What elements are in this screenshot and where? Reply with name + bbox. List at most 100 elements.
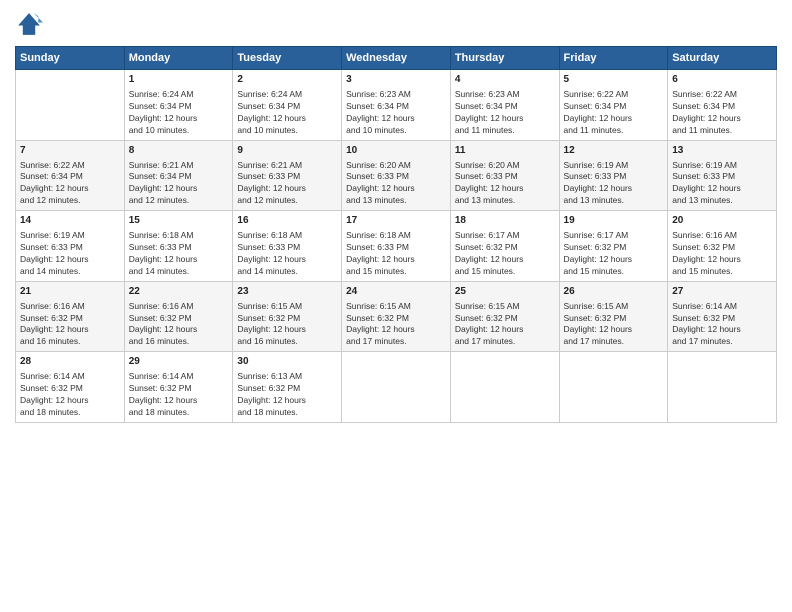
day-number: 16: [237, 214, 337, 228]
day-cell: 3 Sunrise: 6:23 AM Sunset: 6:34 PM Daylig…: [342, 70, 451, 141]
day-info: Sunrise: 6:14 AM Sunset: 6:32 PM Dayligh…: [20, 371, 120, 419]
day-cell: 4Sunrise: 6:23 AM Sunset: 6:34 PM Daylig…: [450, 70, 559, 141]
day-cell: 26 Sunrise: 6:15 AM Sunset: 6:32 PM Dayli…: [559, 281, 668, 352]
day-cell: 12Sunrise: 6:19 AM Sunset: 6:33 PM Dayli…: [559, 140, 668, 211]
day-cell: 18 Sunrise: 6:17 AM Sunset: 6:32 PM Dayli…: [450, 211, 559, 282]
day-number: 5: [564, 73, 664, 87]
logo: [15, 10, 47, 38]
day-info: Sunrise: 6:16 AM Sunset: 6:32 PM Dayligh…: [20, 301, 120, 349]
day-cell: 15 Sunrise: 6:18 AM Sunset: 6:33 PM Dayli…: [124, 211, 233, 282]
day-cell: [559, 352, 668, 423]
col-header-wednesday: Wednesday: [342, 47, 451, 70]
day-number: 9: [237, 144, 337, 158]
day-cell: 30 Sunrise: 6:13 AM Sunset: 6:32 PM Dayli…: [233, 352, 342, 423]
day-cell: 6 Sunrise: 6:22 AM Sunset: 6:34 PM Daylig…: [668, 70, 777, 141]
day-cell: 11 Sunrise: 6:20 AM Sunset: 6:33 PM Dayli…: [450, 140, 559, 211]
day-number: 23: [237, 285, 337, 299]
day-cell: 7 Sunrise: 6:22 AM Sunset: 6:34 PM Daylig…: [16, 140, 125, 211]
day-number: 6: [672, 73, 772, 87]
day-number: 1: [129, 73, 229, 87]
day-info: Sunrise: 6:21 AM Sunset: 6:34 PM Dayligh…: [129, 160, 229, 208]
day-cell: 17 Sunrise: 6:18 AM Sunset: 6:33 PM Dayli…: [342, 211, 451, 282]
day-number: 8: [129, 144, 229, 158]
day-cell: 14Sunrise: 6:19 AM Sunset: 6:33 PM Dayli…: [16, 211, 125, 282]
col-header-thursday: Thursday: [450, 47, 559, 70]
day-number: 18: [455, 214, 555, 228]
day-number: 24: [346, 285, 446, 299]
day-number: 27: [672, 285, 772, 299]
day-info: Sunrise: 6:14 AM Sunset: 6:32 PM Dayligh…: [672, 301, 772, 349]
week-row-2: 7 Sunrise: 6:22 AM Sunset: 6:34 PM Daylig…: [16, 140, 777, 211]
day-number: 19: [564, 214, 664, 228]
day-number: 10: [346, 144, 446, 158]
day-info: Sunrise: 6:18 AM Sunset: 6:33 PM Dayligh…: [129, 230, 229, 278]
day-cell: 2 Sunrise: 6:24 AM Sunset: 6:34 PM Daylig…: [233, 70, 342, 141]
day-number: 29: [129, 355, 229, 369]
day-number: 17: [346, 214, 446, 228]
day-info: Sunrise: 6:22 AM Sunset: 6:34 PM Dayligh…: [20, 160, 120, 208]
day-number: 20: [672, 214, 772, 228]
day-number: 25: [455, 285, 555, 299]
header-row: SundayMondayTuesdayWednesdayThursdayFrid…: [16, 47, 777, 70]
day-cell: 28 Sunrise: 6:14 AM Sunset: 6:32 PM Dayli…: [16, 352, 125, 423]
day-cell: [16, 70, 125, 141]
day-number: 3: [346, 73, 446, 87]
day-info: Sunrise: 6:18 AM Sunset: 6:33 PM Dayligh…: [237, 230, 337, 278]
day-info: Sunrise: 6:13 AM Sunset: 6:32 PM Dayligh…: [237, 371, 337, 419]
col-header-friday: Friday: [559, 47, 668, 70]
col-header-tuesday: Tuesday: [233, 47, 342, 70]
day-info: Sunrise: 6:21 AM Sunset: 6:33 PM Dayligh…: [237, 160, 337, 208]
day-number: 4: [455, 73, 555, 87]
col-header-monday: Monday: [124, 47, 233, 70]
day-cell: [668, 352, 777, 423]
day-cell: 22 Sunrise: 6:16 AM Sunset: 6:32 PM Dayli…: [124, 281, 233, 352]
day-cell: 5 Sunrise: 6:22 AM Sunset: 6:34 PM Daylig…: [559, 70, 668, 141]
day-cell: 29Sunrise: 6:14 AM Sunset: 6:32 PM Dayli…: [124, 352, 233, 423]
week-row-3: 14Sunrise: 6:19 AM Sunset: 6:33 PM Dayli…: [16, 211, 777, 282]
day-number: 14: [20, 214, 120, 228]
day-cell: 20 Sunrise: 6:16 AM Sunset: 6:32 PM Dayli…: [668, 211, 777, 282]
col-header-sunday: Sunday: [16, 47, 125, 70]
day-info: Sunrise: 6:16 AM Sunset: 6:32 PM Dayligh…: [672, 230, 772, 278]
day-cell: 10 Sunrise: 6:20 AM Sunset: 6:33 PM Dayli…: [342, 140, 451, 211]
day-info: Sunrise: 6:20 AM Sunset: 6:33 PM Dayligh…: [455, 160, 555, 208]
day-cell: [342, 352, 451, 423]
day-info: Sunrise: 6:19 AM Sunset: 6:33 PM Dayligh…: [672, 160, 772, 208]
day-info: Sunrise: 6:24 AM Sunset: 6:34 PM Dayligh…: [129, 89, 229, 137]
week-row-1: 1 Sunrise: 6:24 AM Sunset: 6:34 PM Daylig…: [16, 70, 777, 141]
day-number: 22: [129, 285, 229, 299]
page: SundayMondayTuesdayWednesdayThursdayFrid…: [0, 0, 792, 612]
day-info: Sunrise: 6:19 AM Sunset: 6:33 PM Dayligh…: [564, 160, 664, 208]
week-row-4: 21 Sunrise: 6:16 AM Sunset: 6:32 PM Dayli…: [16, 281, 777, 352]
day-number: 26: [564, 285, 664, 299]
day-info: Sunrise: 6:20 AM Sunset: 6:33 PM Dayligh…: [346, 160, 446, 208]
day-info: Sunrise: 6:22 AM Sunset: 6:34 PM Dayligh…: [564, 89, 664, 137]
day-number: 28: [20, 355, 120, 369]
day-cell: 9 Sunrise: 6:21 AM Sunset: 6:33 PM Daylig…: [233, 140, 342, 211]
day-number: 11: [455, 144, 555, 158]
day-cell: 27 Sunrise: 6:14 AM Sunset: 6:32 PM Dayli…: [668, 281, 777, 352]
day-info: Sunrise: 6:22 AM Sunset: 6:34 PM Dayligh…: [672, 89, 772, 137]
day-info: Sunrise: 6:15 AM Sunset: 6:32 PM Dayligh…: [346, 301, 446, 349]
day-cell: 21 Sunrise: 6:16 AM Sunset: 6:32 PM Dayli…: [16, 281, 125, 352]
week-row-5: 28 Sunrise: 6:14 AM Sunset: 6:32 PM Dayli…: [16, 352, 777, 423]
day-number: 2: [237, 73, 337, 87]
day-info: Sunrise: 6:24 AM Sunset: 6:34 PM Dayligh…: [237, 89, 337, 137]
day-cell: 13 Sunrise: 6:19 AM Sunset: 6:33 PM Dayli…: [668, 140, 777, 211]
day-number: 30: [237, 355, 337, 369]
day-info: Sunrise: 6:17 AM Sunset: 6:32 PM Dayligh…: [455, 230, 555, 278]
day-number: 13: [672, 144, 772, 158]
day-info: Sunrise: 6:16 AM Sunset: 6:32 PM Dayligh…: [129, 301, 229, 349]
header: [15, 10, 777, 38]
day-cell: 25Sunrise: 6:15 AM Sunset: 6:32 PM Dayli…: [450, 281, 559, 352]
col-header-saturday: Saturday: [668, 47, 777, 70]
day-info: Sunrise: 6:15 AM Sunset: 6:32 PM Dayligh…: [564, 301, 664, 349]
day-cell: [450, 352, 559, 423]
day-cell: 8 Sunrise: 6:21 AM Sunset: 6:34 PM Daylig…: [124, 140, 233, 211]
day-number: 15: [129, 214, 229, 228]
day-number: 21: [20, 285, 120, 299]
day-info: Sunrise: 6:23 AM Sunset: 6:34 PM Dayligh…: [346, 89, 446, 137]
calendar-table: SundayMondayTuesdayWednesdayThursdayFrid…: [15, 46, 777, 423]
day-number: 7: [20, 144, 120, 158]
day-info: Sunrise: 6:18 AM Sunset: 6:33 PM Dayligh…: [346, 230, 446, 278]
